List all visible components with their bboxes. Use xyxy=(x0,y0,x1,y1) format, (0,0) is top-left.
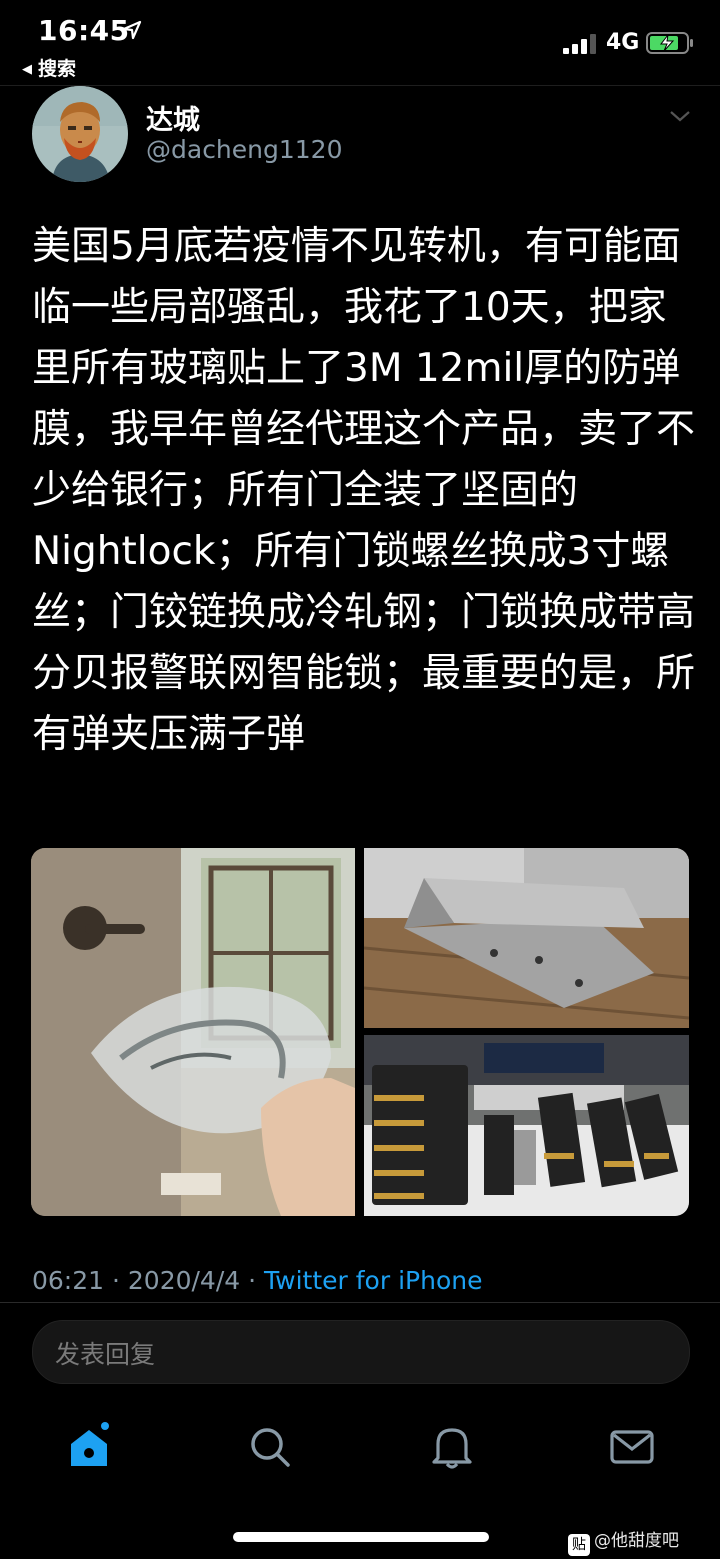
back-to-search[interactable]: ◀ 搜索 xyxy=(22,54,76,81)
tweet-meta: 06:21 · 2020/4/4 · Twitter for iPhone xyxy=(32,1266,482,1295)
tweet-date: 2020/4/4 xyxy=(127,1266,241,1295)
photo-film-on-window xyxy=(31,848,355,1216)
watermark: 贴 @他甜度吧 xyxy=(568,1526,679,1556)
mail-icon[interactable] xyxy=(608,1420,656,1472)
meta-separator: · xyxy=(104,1266,128,1295)
bell-icon[interactable] xyxy=(428,1420,476,1472)
tweet-time: 06:21 xyxy=(32,1266,105,1295)
reply-input[interactable]: 发表回复 xyxy=(32,1320,690,1384)
tweet-photo-magazines[interactable] xyxy=(364,1035,689,1216)
search-icon[interactable] xyxy=(246,1420,294,1472)
header-divider xyxy=(0,85,720,86)
meta-separator: · xyxy=(240,1266,265,1295)
watermark-text: @他甜度吧 xyxy=(594,1531,679,1551)
home-indicator[interactable] xyxy=(233,1532,489,1542)
author-name[interactable]: 达城 xyxy=(146,98,200,137)
battery-charging-icon xyxy=(646,32,693,54)
home-icon[interactable] xyxy=(66,1420,114,1472)
avatar[interactable] xyxy=(32,86,128,182)
author-handle[interactable]: @dacheng1120 xyxy=(146,135,343,164)
tieba-logo-icon: 贴 xyxy=(568,1534,590,1556)
photo-door-barricade xyxy=(364,848,689,1028)
avatar-portrait-icon xyxy=(32,86,128,182)
reply-placeholder: 发表回复 xyxy=(55,1340,156,1369)
back-triangle-icon: ◀ xyxy=(22,62,32,77)
tweet-photo-nightlock[interactable] xyxy=(364,848,689,1028)
tweet-text: 美国5月底若疫情不见转机，有可能面临一些局部骚乱，我花了10天，把家里所有玻璃贴… xyxy=(32,224,696,757)
status-time: 16:45 xyxy=(38,14,130,47)
chevron-down-icon[interactable] xyxy=(668,106,692,126)
cellular-signal-icon xyxy=(563,34,596,54)
tweet-photo-film[interactable] xyxy=(31,848,355,1216)
back-label: 搜索 xyxy=(38,58,77,80)
meta-divider xyxy=(0,1302,720,1303)
network-type: 4G xyxy=(606,30,640,55)
tweet-source-link[interactable]: Twitter for iPhone xyxy=(264,1266,482,1295)
photo-loaded-magazines xyxy=(364,1035,689,1216)
location-arrow-icon xyxy=(122,20,142,40)
